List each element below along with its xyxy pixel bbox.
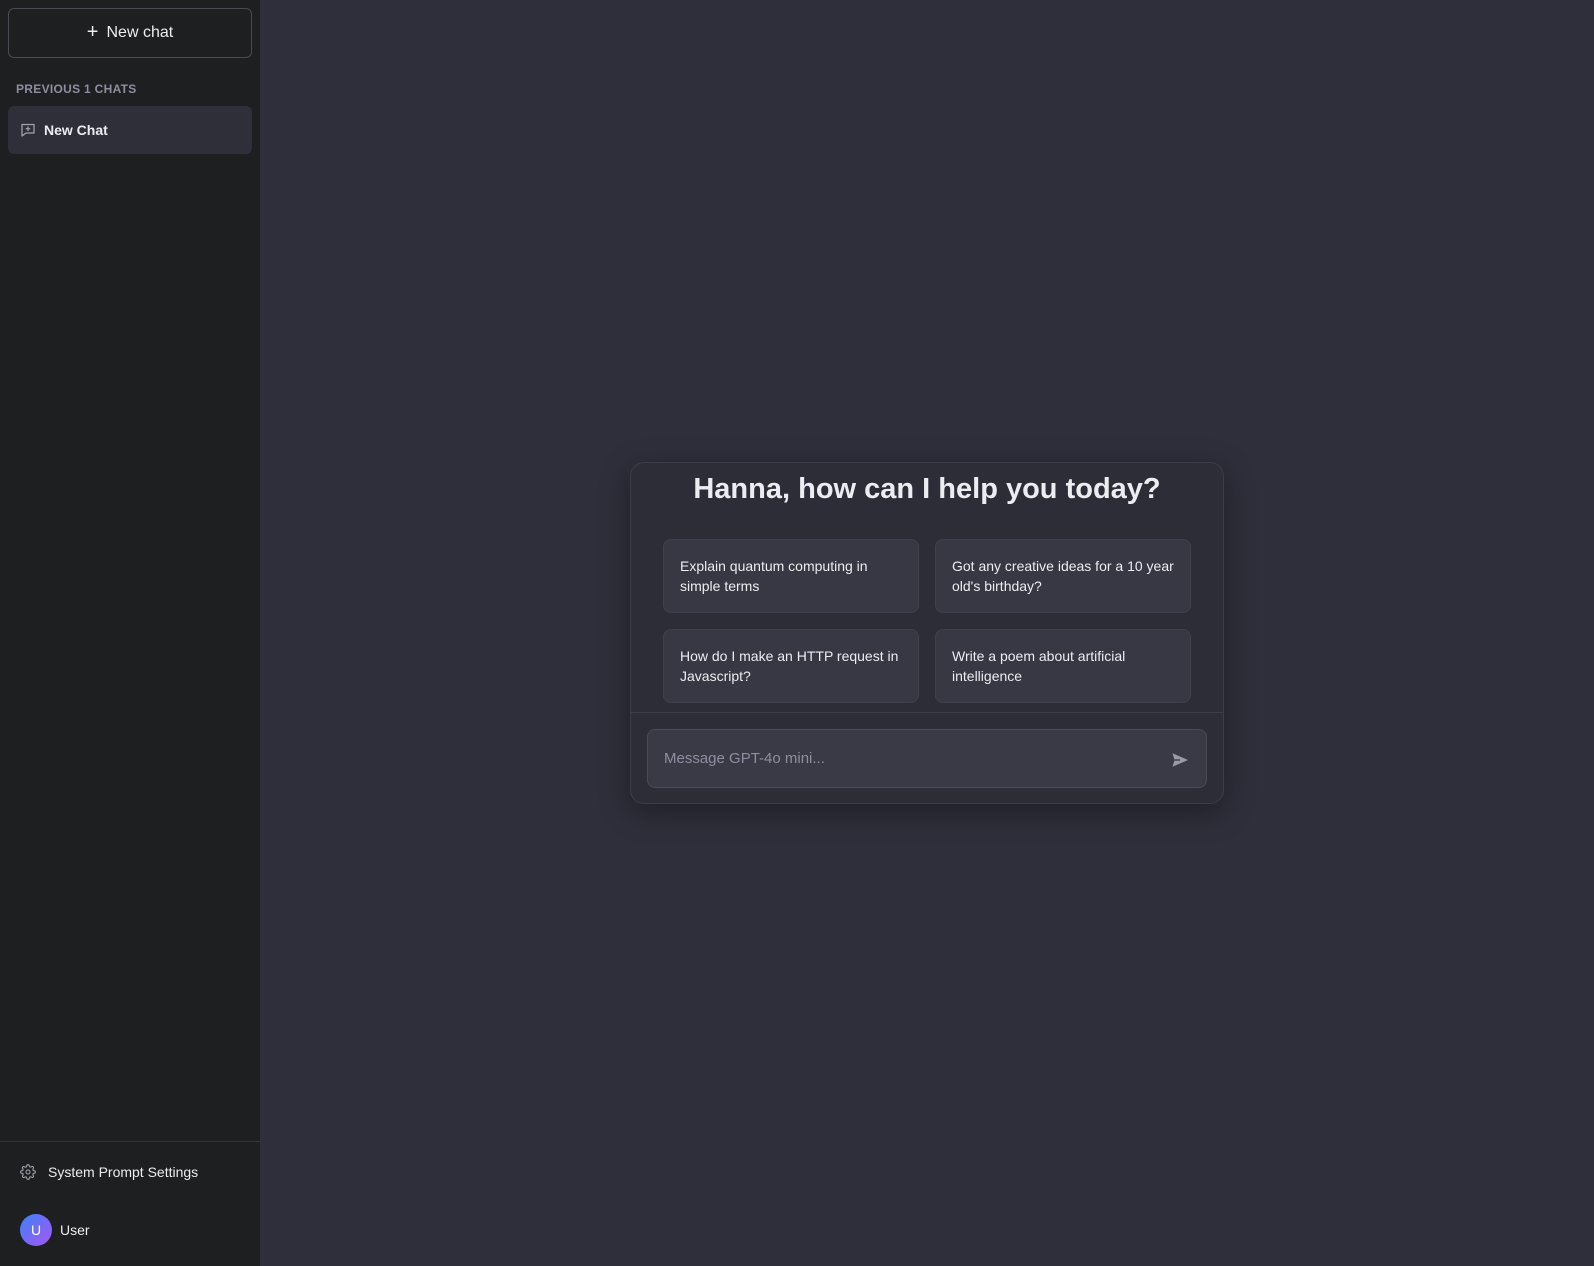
avatar: U bbox=[20, 1214, 52, 1246]
new-chat-button[interactable]: + New chat bbox=[8, 8, 252, 58]
main-area: Hanna, how can I help you today? Explain… bbox=[260, 0, 1594, 1266]
chat-icon bbox=[20, 122, 36, 138]
welcome-card: Hanna, how can I help you today? Explain… bbox=[630, 462, 1224, 804]
message-input[interactable] bbox=[664, 730, 1144, 791]
greeting-heading: Hanna, how can I help you today? bbox=[693, 473, 1161, 505]
suggestion-card[interactable]: Explain quantum computing in simple term… bbox=[663, 539, 919, 613]
suggestion-card[interactable]: Got any creative ideas for a 10 year old… bbox=[935, 539, 1191, 613]
chat-history-heading: PREVIOUS 1 CHATS bbox=[16, 82, 137, 96]
sidebar-footer: System Prompt Settings U User bbox=[0, 1141, 260, 1266]
user-name: User bbox=[60, 1222, 90, 1238]
system-prompt-settings-button[interactable]: System Prompt Settings bbox=[20, 1164, 198, 1180]
new-chat-label: New chat bbox=[106, 24, 174, 41]
user-menu[interactable]: U User bbox=[20, 1214, 90, 1246]
suggestion-card[interactable]: How do I make an HTTP request in Javascr… bbox=[663, 629, 919, 703]
divider bbox=[631, 712, 1223, 713]
chat-history-item[interactable]: New Chat bbox=[8, 106, 252, 154]
suggestion-card[interactable]: Write a poem about artificial intelligen… bbox=[935, 629, 1191, 703]
system-prompt-settings-label: System Prompt Settings bbox=[48, 1164, 199, 1180]
plus-icon: + bbox=[86, 21, 99, 43]
send-icon[interactable] bbox=[1170, 750, 1190, 770]
chat-history-item-label: New Chat bbox=[44, 122, 108, 138]
gear-icon bbox=[20, 1164, 36, 1180]
sidebar: + New chat PREVIOUS 1 CHATS New Chat Sys… bbox=[0, 0, 260, 1266]
message-composer bbox=[647, 729, 1207, 791]
